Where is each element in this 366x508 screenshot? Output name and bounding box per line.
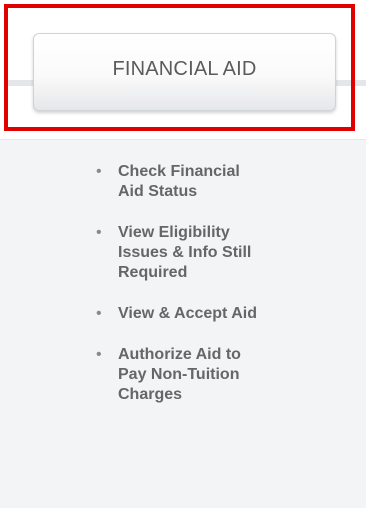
view-accept-aid-link[interactable]: View & Accept Aid bbox=[118, 304, 346, 324]
menu-item-check-status: • Check Financial Aid Status bbox=[96, 162, 346, 202]
bullet-icon: • bbox=[96, 305, 102, 322]
financial-aid-tab-label: FINANCIAL AID bbox=[112, 57, 257, 80]
view-eligibility-issues-link[interactable]: View Eligibility Issues & Info Still Req… bbox=[118, 223, 346, 283]
financial-aid-menu: • Check Financial Aid Status • View Elig… bbox=[96, 162, 346, 426]
bullet-icon: • bbox=[96, 346, 102, 363]
section-header: FINANCIAL AID bbox=[0, 0, 366, 140]
bullet-icon: • bbox=[96, 224, 102, 241]
page: FINANCIAL AID • Check Financial Aid Stat… bbox=[0, 0, 366, 508]
menu-item-accept-aid: • View & Accept Aid bbox=[96, 304, 346, 324]
menu-item-authorize-aid: • Authorize Aid to Pay Non-Tuition Charg… bbox=[96, 345, 346, 405]
financial-aid-tab[interactable]: FINANCIAL AID bbox=[33, 33, 336, 111]
check-financial-aid-status-link[interactable]: Check Financial Aid Status bbox=[118, 162, 346, 202]
menu-item-eligibility: • View Eligibility Issues & Info Still R… bbox=[96, 223, 346, 283]
authorize-aid-link[interactable]: Authorize Aid to Pay Non-Tuition Charges bbox=[118, 345, 346, 405]
bullet-icon: • bbox=[96, 163, 102, 180]
